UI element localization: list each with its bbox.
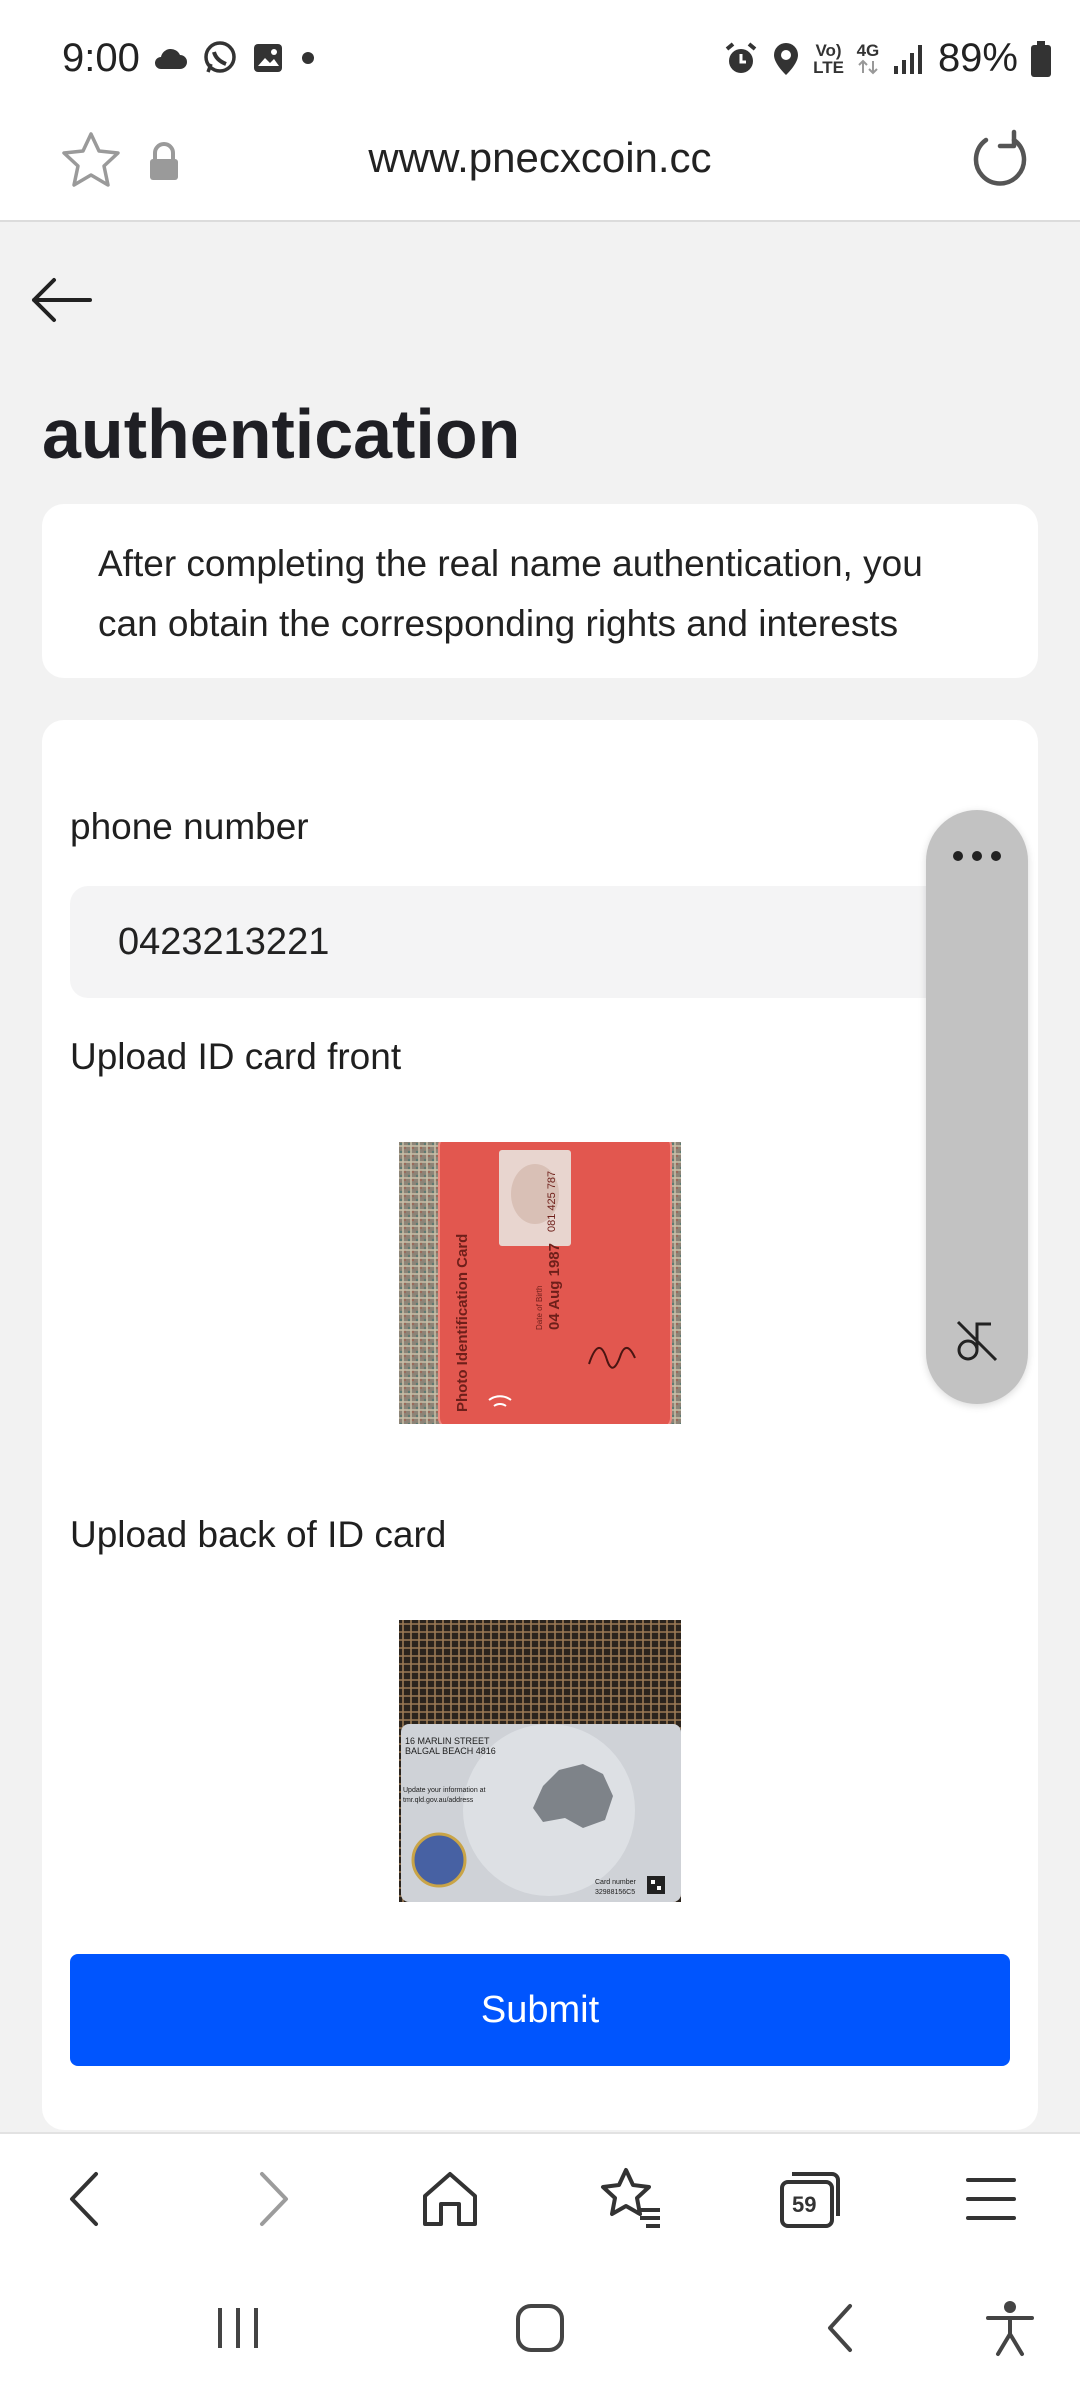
volte-bottom-text: LTE — [813, 57, 844, 77]
dob-label: Date of Birth — [535, 1286, 544, 1330]
dot-icon — [302, 52, 314, 64]
bookmarks-icon[interactable] — [596, 2164, 666, 2234]
accessibility-icon[interactable] — [980, 2298, 1040, 2358]
address-line1: 16 MARLIN STREET — [405, 1736, 490, 1746]
browser-forward-icon[interactable] — [236, 2164, 306, 2234]
status-right-icons: Vo) LTE 4G 89% — [723, 36, 1052, 81]
back-id-label: Upload back of ID card — [70, 1514, 447, 1555]
floating-side-panel[interactable] — [926, 810, 1028, 1404]
whatsapp-icon — [204, 41, 236, 73]
mute-off-icon[interactable] — [952, 1316, 1002, 1366]
more-options-icon[interactable] — [950, 846, 1004, 866]
id-card-title: Photo Identification Card — [454, 1234, 471, 1412]
dob-value: 04 Aug 1987 — [546, 1243, 563, 1330]
id-front-upload[interactable]: Photo Identification Card Date of Birth … — [399, 1142, 681, 1424]
battery-icon — [1031, 40, 1051, 77]
url-text[interactable]: www.pnecxcoin.cc — [0, 134, 1080, 182]
card-no: 081 425 787 — [546, 1171, 558, 1232]
page-content: authentication After completing the real… — [0, 224, 1080, 2132]
submit-button[interactable]: Submit — [70, 1954, 1010, 2066]
home-nav-icon[interactable] — [510, 2298, 570, 2358]
card-number-value: 32988156C5 — [595, 1889, 635, 1896]
system-navigation-bar — [0, 2268, 1080, 2400]
reload-icon[interactable] — [964, 126, 1034, 196]
authentication-form: phone number Upload ID card front — [42, 720, 1038, 2130]
id-back-upload[interactable]: 16 MARLIN STREET BALGAL BEACH 4816 Updat… — [399, 1620, 681, 1902]
location-icon — [774, 42, 799, 75]
browser-back-icon[interactable] — [52, 2164, 122, 2234]
page-title: authentication — [42, 395, 521, 473]
battery-percent: 89% — [937, 36, 1018, 80]
signal-icon — [893, 44, 922, 74]
alarm-icon — [725, 41, 757, 73]
id-front-image: Photo Identification Card Date of Birth … — [399, 1142, 681, 1424]
volte-top-text: Vo) — [815, 40, 842, 60]
back-arrow-icon[interactable] — [28, 274, 96, 326]
card-number-label: Card number — [595, 1879, 637, 1886]
recent-apps-icon[interactable] — [208, 2298, 268, 2358]
back-nav-icon[interactable] — [812, 2298, 872, 2358]
4g-icon: 4G — [856, 42, 880, 75]
status-bar: 9:00 Vo) LTE 4G 89% — [0, 0, 1080, 116]
gallery-icon — [254, 44, 282, 72]
browser-toolbar: 59 — [0, 2132, 1080, 2268]
phone-label: phone number — [70, 806, 309, 847]
cloud-icon — [155, 48, 187, 69]
notice-text: After completing the real name authentic… — [98, 543, 923, 644]
tabs-count: 59 — [792, 2192, 817, 2217]
address-line2: BALGAL BEACH 4816 — [405, 1746, 496, 1756]
update-line1: Update your information at — [403, 1787, 486, 1794]
phone-input[interactable] — [70, 886, 1010, 998]
menu-icon[interactable] — [956, 2164, 1026, 2234]
network-type-text: 4G — [856, 41, 880, 60]
notice-card: After completing the real name authentic… — [42, 504, 1038, 678]
status-time: 9:00 — [62, 36, 140, 80]
tabs-button[interactable]: 59 — [776, 2164, 846, 2234]
browser-url-bar: www.pnecxcoin.cc — [0, 116, 1080, 222]
status-left-icons — [152, 40, 318, 76]
id-back-image: 16 MARLIN STREET BALGAL BEACH 4816 Updat… — [399, 1620, 681, 1902]
home-icon[interactable] — [415, 2164, 485, 2234]
volte-icon: Vo) LTE — [813, 42, 844, 76]
front-id-label: Upload ID card front — [70, 1036, 402, 1077]
update-line2: tmr.qld.gov.au/address — [403, 1797, 474, 1804]
